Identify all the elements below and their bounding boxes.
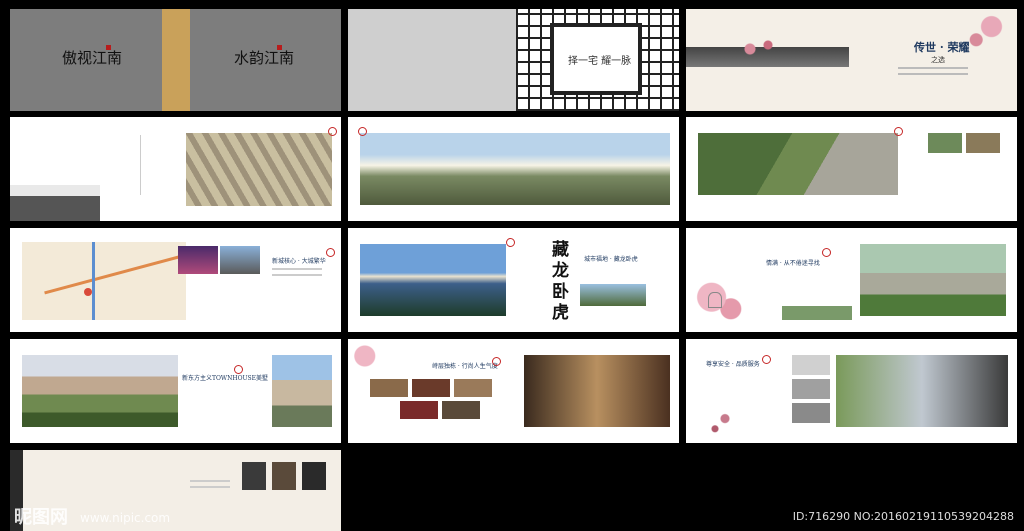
- page-marker: [762, 355, 771, 364]
- contact-photo: [272, 462, 296, 490]
- service-photo: [792, 403, 830, 423]
- cover-right-title: 水韵江南: [234, 49, 295, 67]
- moon-gate-photo: [860, 244, 1006, 316]
- thumb-photo: [928, 133, 962, 153]
- intro-subtitle: 之选: [931, 56, 945, 64]
- lakeside-villa-photo: [360, 244, 506, 316]
- security-guard-photo: [836, 355, 1008, 427]
- pond-photo: [580, 284, 646, 306]
- cover-spread[interactable]: 傲视江南 水韵江南: [10, 9, 341, 111]
- motto-text: 择一宅 耀一脉: [568, 56, 632, 67]
- spread-map[interactable]: 新城核心 · 大城繁华: [10, 228, 341, 332]
- gold-band: [162, 9, 190, 111]
- cover-seal: [106, 45, 111, 50]
- interior-photo: [412, 379, 450, 397]
- page-marker: [234, 365, 243, 374]
- service-photo: [792, 379, 830, 399]
- club-lounge-photo: [524, 355, 670, 427]
- spread-security[interactable]: 尊享安全 · 品质服务: [686, 339, 1017, 443]
- page-heading: 峙层独栋 · 行尚人生气度: [432, 363, 498, 370]
- contact-photo: [242, 462, 266, 490]
- vertical-text: [140, 135, 141, 195]
- cover-left-title: 傲视江南: [62, 49, 123, 67]
- text-line: [898, 67, 968, 69]
- spread-lake[interactable]: [348, 117, 679, 221]
- plum-branch: [700, 405, 750, 439]
- page-marker: [358, 127, 367, 136]
- townhouse-photo: [10, 185, 100, 221]
- small-photo: [782, 306, 852, 320]
- page-marker: [894, 127, 903, 136]
- contact-photo: [302, 462, 326, 490]
- city-photo: [220, 246, 260, 274]
- page-heading: 城市福地 · 藏龙卧虎: [584, 256, 638, 263]
- watermark-url: www.nipic.com: [80, 511, 171, 525]
- page-marker: [506, 238, 515, 247]
- text-line: [190, 486, 230, 488]
- page-heading: 新东方主义TOWNHOUSE美墅: [182, 375, 269, 382]
- page-marker: [492, 357, 501, 366]
- text-line: [272, 268, 322, 270]
- intro-title: 传世 · 荣耀: [914, 41, 970, 54]
- spread-gate[interactable]: 情满 · 从不倦迷寻找: [686, 228, 1017, 332]
- page-marker: [326, 248, 335, 257]
- birdcage: [708, 292, 722, 308]
- map-river: [92, 242, 95, 320]
- spread-calligraphy[interactable]: 藏龙卧虎 城市福地 · 藏龙卧虎: [348, 228, 679, 332]
- map-pin: [84, 288, 92, 296]
- interior-photo: [454, 379, 492, 397]
- intro-spread[interactable]: 传世 · 荣耀 之选: [686, 9, 1017, 111]
- page-heading: 情满 · 从不倦迷寻找: [766, 260, 820, 267]
- spread-aerial[interactable]: [686, 117, 1017, 221]
- interior-photo: [400, 401, 438, 419]
- interior-photo: [442, 401, 480, 419]
- text-line: [190, 480, 230, 482]
- interior-photo: [370, 379, 408, 397]
- screen-spread[interactable]: 择一宅 耀一脉: [348, 9, 679, 111]
- townhouse-photo: [272, 355, 332, 427]
- page-marker: [822, 248, 831, 257]
- spread-lounge[interactable]: 峙层独栋 · 行尚人生气度: [348, 339, 679, 443]
- plum-blossom: [966, 9, 1017, 53]
- footer-id: ID:716290 NO:20160219110539204288: [792, 510, 1014, 523]
- aerial-villa-photo: [698, 133, 898, 195]
- thumb-photo: [966, 133, 1000, 153]
- text-line: [898, 73, 968, 75]
- spread-house[interactable]: [10, 117, 341, 221]
- stage-photo: [178, 246, 218, 274]
- page-marker: [328, 127, 337, 136]
- page-heading: 新城核心 · 大城繁华: [272, 258, 326, 265]
- calligraphy-title: 藏龙卧虎: [548, 240, 568, 324]
- spread-townhouse[interactable]: 新东方主义TOWNHOUSE美墅: [10, 339, 341, 443]
- canal-townhouse-photo: [22, 355, 178, 427]
- text-line: [272, 274, 322, 276]
- page-heading: 尊享安全 · 品质服务: [706, 361, 760, 368]
- service-photo: [792, 355, 830, 375]
- shadow-courtyard-photo: [186, 133, 332, 206]
- plum-blossom: [348, 339, 390, 373]
- lake-bridge-photo: [360, 133, 670, 205]
- location-map: [22, 242, 186, 320]
- plum-blossom: [726, 29, 786, 69]
- map-road: [44, 252, 186, 295]
- watermark-brand: 昵图网: [14, 507, 68, 528]
- cover-seal: [277, 45, 282, 50]
